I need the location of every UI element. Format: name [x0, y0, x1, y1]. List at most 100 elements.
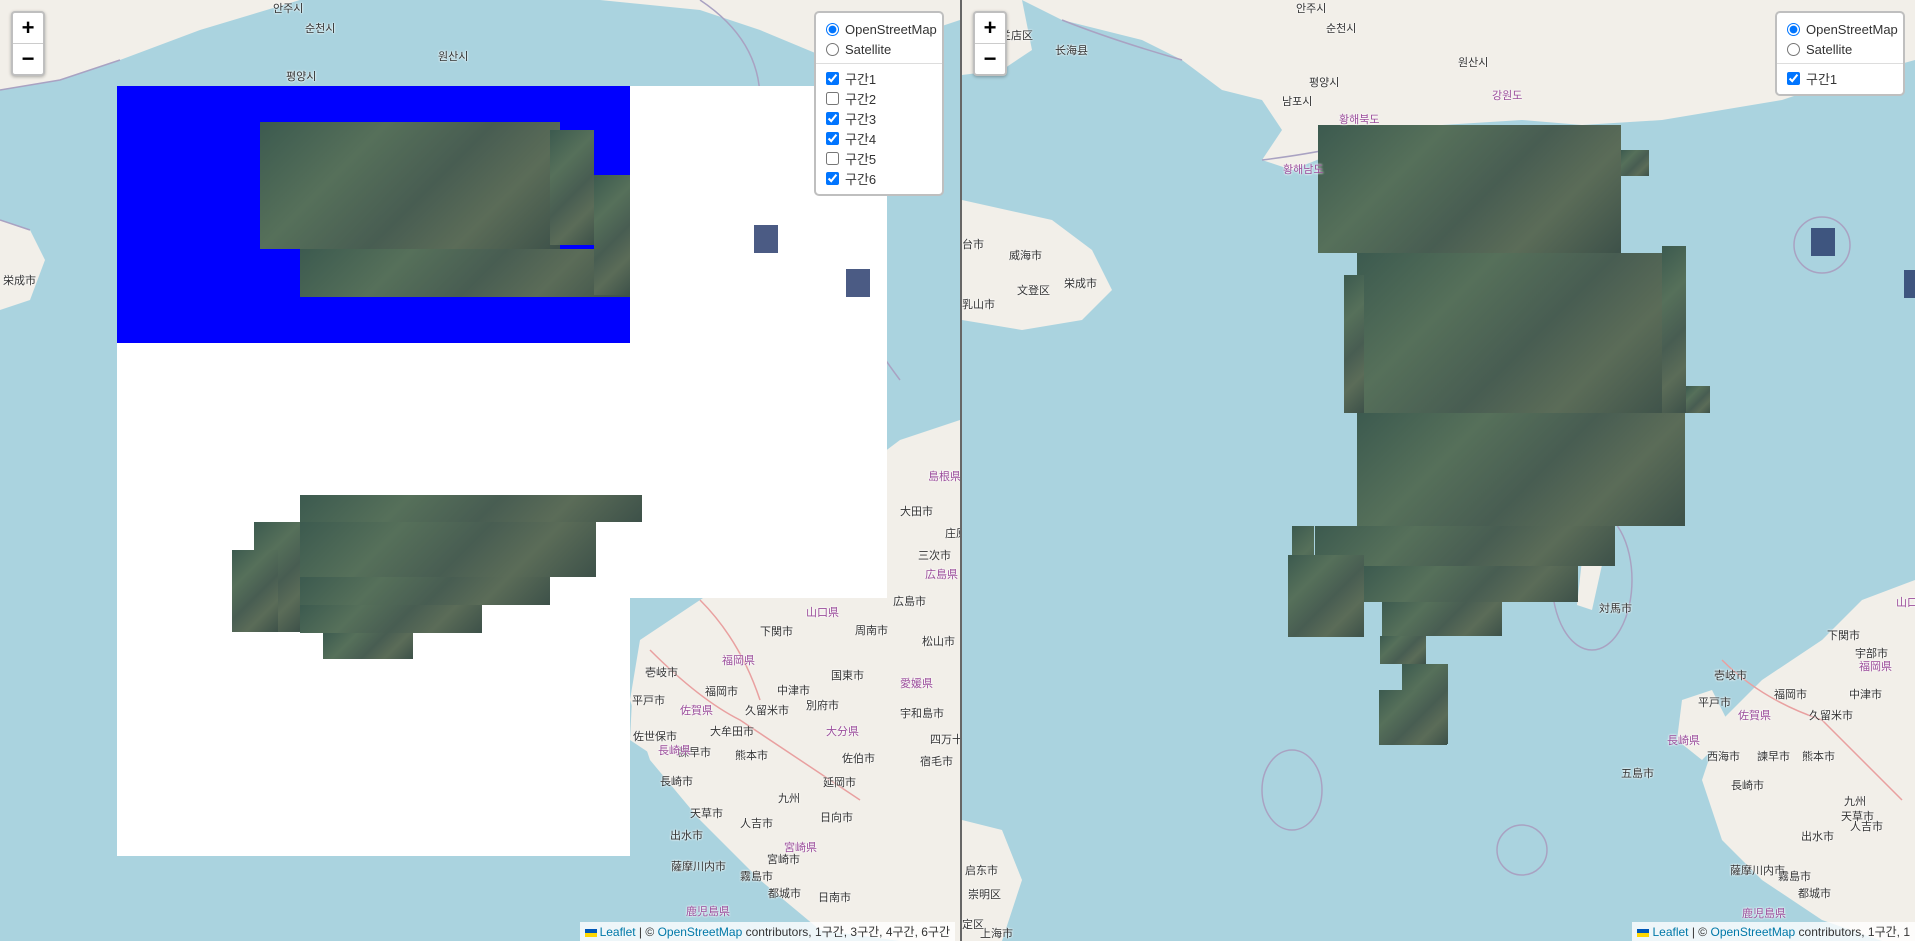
- map-label: 福岡県: [722, 655, 755, 667]
- map-label: 熊本市: [1802, 751, 1835, 763]
- overlay-checkbox-2[interactable]: [826, 91, 839, 105]
- map-label: 鹿児島県: [1742, 908, 1786, 920]
- map-label: 大牟田市: [710, 726, 754, 738]
- leaflet-link[interactable]: Leaflet: [1652, 925, 1688, 939]
- overlay-label: 구간4: [845, 131, 877, 147]
- overlay-item-3[interactable]: 구간3: [822, 108, 934, 128]
- map-label: 庄原市: [945, 528, 960, 540]
- zoom-control: + −: [973, 11, 1007, 76]
- map-label: 薩摩川内市: [1730, 865, 1785, 877]
- zoom-in-button[interactable]: +: [13, 13, 43, 43]
- map-label: 栄成市: [1064, 278, 1097, 290]
- map-label: 福岡市: [705, 686, 738, 698]
- map-label: 壱岐市: [645, 667, 678, 679]
- layers-control: OpenStreetMap Satellite 구간1 구간2 구간3 구간4 …: [814, 11, 944, 196]
- map-label: 広島県: [925, 569, 958, 581]
- satellite-tile-south-1: [300, 495, 642, 522]
- map-label: 台市: [962, 239, 984, 251]
- ukraine-flag-icon: [584, 928, 597, 937]
- attribution-text: contributors, 1구간, 1: [1795, 925, 1910, 939]
- satellite-tile-east-bump: [1686, 386, 1710, 413]
- map-label: 황해남도: [1283, 164, 1324, 176]
- map-label: 宮崎市: [767, 854, 800, 866]
- zoom-out-button[interactable]: −: [975, 43, 1005, 74]
- base-layer-satellite[interactable]: Satellite: [1783, 39, 1895, 59]
- map-label: 平戸市: [632, 695, 665, 707]
- map-label: 長崎市: [660, 776, 693, 788]
- map-label: 広島市: [893, 596, 926, 608]
- base-layer-osm[interactable]: OpenStreetMap: [1783, 19, 1898, 39]
- satellite-tile-north: [260, 122, 560, 249]
- map-label: 人吉市: [1850, 821, 1883, 833]
- map-label: 長崎県: [658, 745, 691, 757]
- base-layer-satellite[interactable]: Satellite: [822, 39, 934, 59]
- base-layer-osm-radio[interactable]: [826, 22, 839, 36]
- satellite-tile-north: [1318, 125, 1621, 253]
- map-label: 長崎市: [1731, 780, 1764, 792]
- map-label: 鹿児島県: [686, 906, 730, 918]
- map-label: 佐賀県: [1738, 710, 1771, 722]
- map-label: 中津市: [777, 685, 810, 697]
- overlay-label: 구간1: [845, 71, 877, 87]
- ukraine-flag-icon: [1637, 928, 1650, 937]
- map-label: 久留米市: [1809, 710, 1853, 722]
- overlay-checkbox-6[interactable]: [826, 171, 839, 185]
- leaflet-link[interactable]: Leaflet: [600, 925, 636, 939]
- overlay-item-1[interactable]: 구간1: [822, 68, 934, 88]
- map-label: 福岡市: [1774, 689, 1807, 701]
- zoom-out-button[interactable]: −: [13, 43, 43, 74]
- zoom-in-button[interactable]: +: [975, 13, 1005, 43]
- osm-link[interactable]: OpenStreetMap: [658, 925, 743, 939]
- map-label: 宇部市: [1855, 648, 1888, 660]
- map-label: 人吉市: [740, 818, 773, 830]
- map-label: 崇明区: [968, 889, 1001, 901]
- overlay-item-4[interactable]: 구간4: [822, 128, 934, 148]
- map-label: 国東市: [831, 670, 864, 682]
- overlay-checkbox-1[interactable]: [826, 71, 839, 85]
- satellite-tile-west: [1344, 275, 1364, 413]
- map-label: 宿毛市: [920, 756, 953, 768]
- map-label: 栄成市: [3, 275, 36, 287]
- satellite-tile-south-6: [300, 605, 482, 633]
- overlay-checkbox-5[interactable]: [826, 151, 839, 165]
- map-label: 四万十市: [930, 734, 962, 746]
- satellite-tile-south-central: [1357, 413, 1685, 526]
- base-layer-osm[interactable]: OpenStreetMap: [822, 19, 937, 39]
- base-layer-label: Satellite: [845, 41, 892, 57]
- base-layer-satellite-radio[interactable]: [1787, 42, 1800, 56]
- overlay-item-5[interactable]: 구간5: [822, 148, 934, 168]
- map-label: 长海县: [1055, 45, 1088, 57]
- map-label: 순천시: [1326, 23, 1357, 35]
- map-label: 乳山市: [962, 299, 995, 311]
- map-label: 天草市: [690, 808, 723, 820]
- map-label: 霧島市: [740, 871, 773, 883]
- osm-link[interactable]: OpenStreetMap: [1710, 925, 1795, 939]
- satellite-tile-south-islands-3: [1380, 636, 1426, 664]
- satellite-tile-jeju: [1379, 690, 1447, 745]
- right-map[interactable]: 안주시 순천시 평양시 원산시 강원도 남포시 황해북도 황해남도 威海市 文登…: [962, 0, 1915, 941]
- base-layer-osm-radio[interactable]: [1787, 22, 1800, 36]
- map-label: 定区: [962, 919, 984, 931]
- map-label: 日向市: [820, 812, 853, 824]
- map-label: 佐賀県: [680, 705, 713, 717]
- island-tile-ulleung: [754, 225, 778, 253]
- satellite-tile-central: [1357, 253, 1672, 413]
- map-label: 원산시: [438, 51, 469, 63]
- satellite-tile-south-islands: [1364, 566, 1578, 602]
- zoom-control: + −: [11, 11, 45, 76]
- overlay-checkbox-3[interactable]: [826, 111, 839, 125]
- overlay-checkbox-1[interactable]: [1787, 71, 1800, 85]
- island-tile-dokdo: [1904, 270, 1915, 298]
- base-layer-label: Satellite: [1806, 41, 1853, 57]
- overlay-checkbox-4[interactable]: [826, 131, 839, 145]
- overlay-item-6[interactable]: 구간6: [822, 168, 934, 188]
- island-tile-dokdo: [846, 269, 870, 297]
- satellite-tile-sw-2: [1288, 555, 1364, 637]
- left-map[interactable]: 안주시 순천시 평양시 원산시 栄成市 広島市 福岡市 熊本市 九州 松山市 山…: [0, 0, 962, 941]
- base-layer-satellite-radio[interactable]: [826, 42, 839, 56]
- map-label: 평양시: [286, 71, 317, 83]
- map-label: 熊本市: [735, 750, 768, 762]
- overlay-item-2[interactable]: 구간2: [822, 88, 934, 108]
- overlay-item-1[interactable]: 구간1: [1783, 68, 1895, 88]
- map-label: 순천시: [305, 23, 336, 35]
